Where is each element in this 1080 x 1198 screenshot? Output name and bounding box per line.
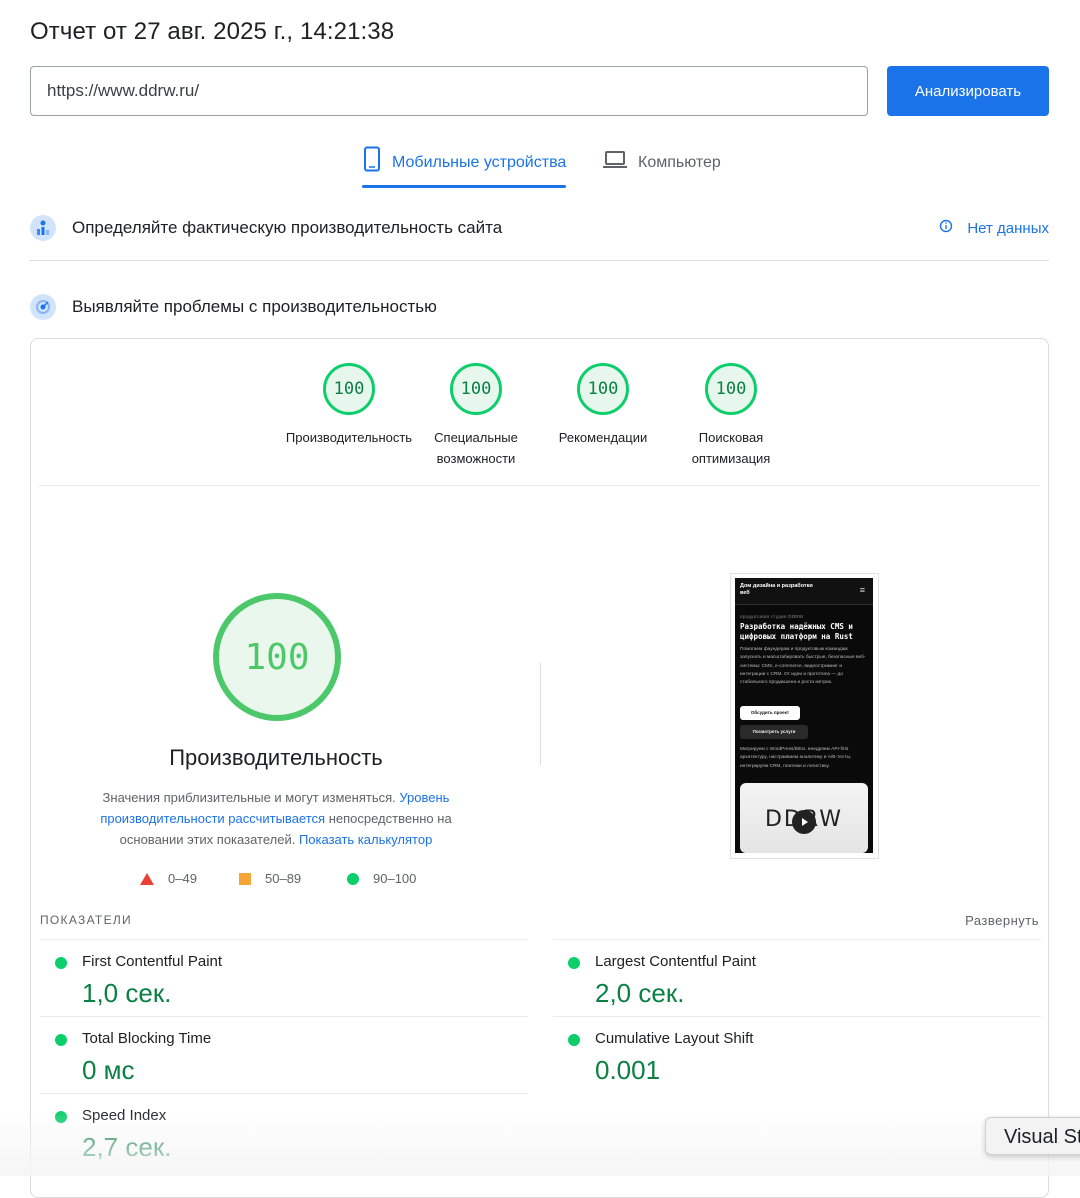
tab-mobile-label: Мобильные устройства (392, 154, 567, 171)
metric-value: 0 мс (82, 1055, 135, 1085)
performance-title: Производительность (169, 745, 383, 770)
category-gauge-best-practices[interactable]: 100 Рекомендации (533, 363, 673, 448)
no-data-link[interactable]: Нет данных (939, 219, 1049, 237)
metric-tbt: Total Blocking Time 0 мс (40, 1016, 528, 1093)
legend-average: 50–89 (239, 871, 301, 886)
gauge-ring: 100 (577, 363, 629, 415)
gauge-ring: 100 (450, 363, 502, 415)
section-divider (30, 260, 1049, 261)
category-gauge-seo[interactable]: 100 Поисковая оптимизация (661, 363, 801, 469)
desc-text-1: Значения приблизительные и могут изменят… (102, 790, 400, 805)
screenshot-brand: Дом дизайна и разработки веб (740, 583, 813, 596)
metric-cls: Cumulative Layout Shift 0.001 (553, 1016, 1041, 1093)
info-icon (939, 219, 953, 237)
tab-desktop-label: Компьютер (638, 154, 721, 171)
url-input[interactable] (30, 66, 868, 116)
tab-mobile[interactable]: Мобильные устройства (362, 146, 567, 188)
metric-fcp: First Contentful Paint 1,0 сек. (40, 939, 528, 1016)
screenshot-video-preview: DDRW (740, 783, 868, 853)
hamburger-menu-icon: ≡ (859, 585, 865, 595)
pass-circle-icon (55, 1034, 67, 1046)
users-chart-icon (30, 215, 56, 241)
page-screenshot-thumbnail[interactable]: Дом дизайна и разработки веб ≡ продуктов… (730, 573, 879, 859)
diagnostics-icon (30, 294, 56, 320)
metric-value: 1,0 сек. (82, 978, 172, 1008)
screenshot-secondary-button: Посмотреть услуги (740, 725, 808, 739)
legend-range: 90–100 (373, 871, 417, 886)
performance-score-gauge: 100 (213, 593, 341, 721)
report-title: Отчет от 27 авг. 2025 г., 14:21:38 (30, 18, 395, 45)
lab-data-section: Выявляйте проблемы с производительностью (30, 294, 1049, 320)
metric-name: First Contentful Paint (82, 953, 223, 970)
expand-metrics-button[interactable]: Развернуть (965, 913, 1039, 928)
metric-name: Largest Contentful Paint (595, 953, 756, 970)
gauge-label: Рекомендации (558, 430, 648, 445)
tab-desktop[interactable]: Компьютер (602, 146, 721, 188)
show-calculator-link[interactable]: Показать калькулятор (299, 832, 432, 847)
gauge-ring: 100 (705, 363, 757, 415)
smartphone-icon (362, 146, 382, 177)
metric-value: 2,0 сек. (595, 978, 685, 1008)
metrics-heading: ПОКАЗАТЕЛИ (40, 913, 132, 927)
card-divider (39, 485, 1040, 486)
visual-studio-button[interactable]: Visual Studio (985, 1117, 1080, 1155)
screenshot-phone-frame: Дом дизайна и разработки веб ≡ продуктов… (735, 578, 873, 853)
play-icon (792, 810, 816, 834)
metric-speed-index: Speed Index 2,7 сек. (40, 1093, 528, 1170)
screenshot-header: Дом дизайна и разработки веб ≡ (735, 578, 873, 605)
gauge-ring: 100 (323, 363, 375, 415)
screenshot-paragraph-2: Мигрируем с WordPress/Bitrix, внедряем A… (740, 747, 852, 769)
gauge-label: Производительность (285, 430, 413, 445)
average-square-icon (239, 872, 251, 885)
screenshot-heading: Разработка надёжных CMS и цифровых платф… (740, 622, 853, 641)
pass-circle-icon (568, 957, 580, 969)
no-data-label: Нет данных (967, 219, 1049, 237)
laptop-icon (602, 146, 628, 177)
screenshot-primary-button: Обсудить проект (740, 706, 800, 720)
pass-circle-icon (55, 957, 67, 969)
gauge-label: Поисковая оптимизация (691, 430, 771, 466)
metric-lcp: Largest Contentful Paint 2,0 сек. (553, 939, 1041, 1016)
metric-name: Total Blocking Time (82, 1030, 212, 1047)
legend-range: 0–49 (168, 871, 197, 886)
performance-description: Значения приблизительные и могут изменят… (76, 787, 476, 850)
field-data-section: Определяйте фактическую производительнос… (30, 215, 1049, 241)
category-gauge-performance[interactable]: 100 Производительность (279, 363, 419, 448)
metric-value: 2,7 сек. (82, 1132, 172, 1162)
screenshot-paragraph: Помогаем фаундерам и продуктовым команда… (740, 647, 866, 686)
metric-value: 0.001 (595, 1055, 661, 1085)
gauge-label: Специальные возможности (434, 430, 518, 466)
field-data-title: Определяйте фактическую производительнос… (72, 218, 503, 237)
vertical-separator (540, 663, 541, 765)
analyze-button[interactable]: Анализировать (887, 66, 1049, 116)
pass-circle-icon (568, 1034, 580, 1046)
pass-circle-icon (55, 1111, 67, 1123)
report-card: 100 Производительность 100 Специальные в… (30, 338, 1049, 1198)
category-gauge-accessibility[interactable]: 100 Специальные возможности (406, 363, 546, 469)
pass-circle-icon (347, 872, 359, 885)
metric-name: Speed Index (82, 1107, 167, 1124)
legend-range: 50–89 (265, 871, 302, 886)
legend-fail: 0–49 (140, 871, 197, 886)
fail-triangle-icon (140, 872, 154, 885)
screenshot-tagline: продуктовая студия DDRW (740, 614, 804, 619)
lab-data-title: Выявляйте проблемы с производительностью (72, 297, 437, 316)
active-tab-indicator (362, 185, 567, 188)
legend-pass: 90–100 (347, 871, 416, 886)
metric-name: Cumulative Layout Shift (595, 1030, 754, 1047)
